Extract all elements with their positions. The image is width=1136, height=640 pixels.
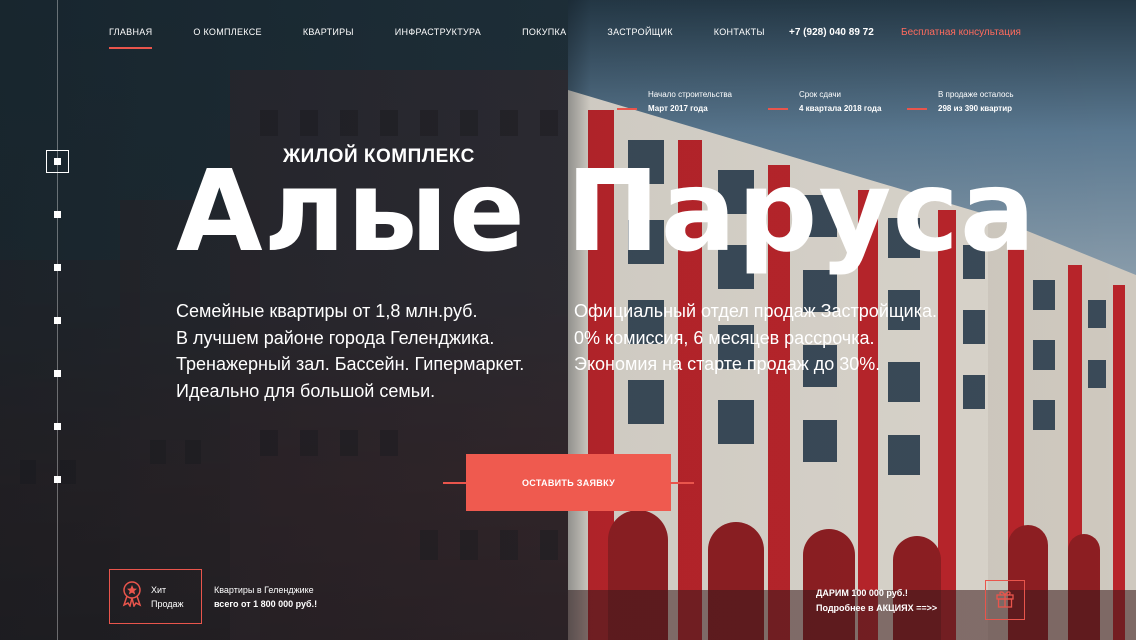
badge-line: Продаж: [151, 598, 184, 609]
info-value: 298 из 390 квартир: [938, 104, 1013, 113]
info-label: Срок сдачи: [799, 90, 841, 99]
feature-line: Официальный отдел продаж Застройщика.: [574, 301, 938, 321]
nav-item-apartments[interactable]: КВАРТИРЫ: [303, 27, 354, 37]
badge-desc-line: Квартиры в Геленджике: [214, 585, 314, 595]
feature-line: Идеально для большой семьи.: [176, 380, 436, 401]
badge-description: Квартиры в Геленджике всего от 1 800 000…: [214, 583, 317, 611]
features-left: Семейные квартиры от 1,8 млн.руб. В лучш…: [176, 298, 524, 404]
cta-decor-line: [670, 482, 694, 484]
info-dash: [907, 108, 927, 110]
nav-item-about[interactable]: О КОМПЛЕКСЕ: [193, 27, 261, 37]
info-value: Март 2017 года: [648, 104, 708, 113]
info-value: 4 квартала 2018 года: [799, 104, 882, 113]
badge-line: Хит: [151, 584, 167, 595]
submit-request-button[interactable]: ОСТАВИТЬ ЗАЯВКУ: [466, 454, 671, 511]
info-dash: [617, 108, 637, 110]
feature-line: Семейные квартиры от 1,8 млн.руб.: [176, 301, 478, 321]
features-right: Официальный отдел продаж Застройщика. 0%…: [574, 298, 937, 378]
promo-text[interactable]: ДАРИМ 100 000 руб.! Подробнее в АКЦИЯХ =…: [816, 586, 937, 616]
nav-links: ГЛАВНАЯ О КОМПЛЕКСЕ КВАРТИРЫ ИНФРАСТРУКТ…: [109, 27, 806, 49]
hero-title: Алые Паруса: [176, 147, 1037, 277]
nav-item-contacts[interactable]: КОНТАКТЫ: [714, 27, 765, 37]
promo-link[interactable]: Подробнее в АКЦИЯХ ==>>: [816, 601, 937, 616]
side-nav-dot[interactable]: [54, 211, 61, 218]
badge-price-line: всего от 1 800 000 руб.!: [214, 599, 318, 609]
info-remaining: В продаже осталось 298 из 390 квартир: [938, 88, 1014, 116]
gift-icon: [995, 588, 1015, 613]
info-label: В продаже осталось: [938, 90, 1014, 99]
feature-line: Тренажерный зал. Бассейн. Гипермаркет.: [176, 354, 525, 374]
side-nav-dot[interactable]: [54, 423, 61, 430]
side-nav-dot[interactable]: [54, 317, 61, 324]
side-nav-dot[interactable]: [54, 370, 61, 377]
nav-item-developer[interactable]: ЗАСТРОЙЩИК: [607, 27, 672, 37]
nav-item-home[interactable]: ГЛАВНАЯ: [109, 27, 153, 49]
info-deadline: Срок сдачи 4 квартала 2018 года: [799, 88, 881, 116]
bestseller-badge: Хит Продаж: [109, 569, 202, 624]
feature-line: В лучшем районе города Геленджика.: [176, 327, 495, 348]
cta-decor-line: [443, 482, 467, 484]
feature-line: 0% комиссия, 6 месяцев рассрочка.: [574, 327, 875, 348]
side-nav-dot[interactable]: [54, 476, 61, 483]
badge-text: Хит Продаж: [151, 583, 184, 611]
award-medal-icon: [121, 581, 143, 612]
side-nav-dot-active[interactable]: [46, 150, 69, 173]
nav-item-infrastructure[interactable]: ИНФРАСТРУКТУРА: [395, 27, 481, 37]
info-dash: [768, 108, 788, 110]
side-nav-dot[interactable]: [54, 264, 61, 271]
nav-item-purchase[interactable]: ПОКУПКА: [522, 27, 566, 37]
info-label: Начало строительства: [648, 90, 732, 99]
info-start: Начало строительства Март 2017 года: [648, 88, 732, 116]
free-consultation-link[interactable]: Бесплатная консультация: [901, 27, 1021, 38]
gift-button[interactable]: [985, 580, 1025, 620]
phone-number[interactable]: +7 (928) 040 89 72: [789, 27, 874, 38]
top-navigation: ГЛАВНАЯ О КОМПЛЕКСЕ КВАРТИРЫ ИНФРАСТРУКТ…: [109, 22, 1028, 49]
feature-line: Экономия на старте продаж до 30%.: [574, 354, 881, 374]
promo-line: ДАРИМ 100 000 руб.!: [816, 588, 908, 598]
